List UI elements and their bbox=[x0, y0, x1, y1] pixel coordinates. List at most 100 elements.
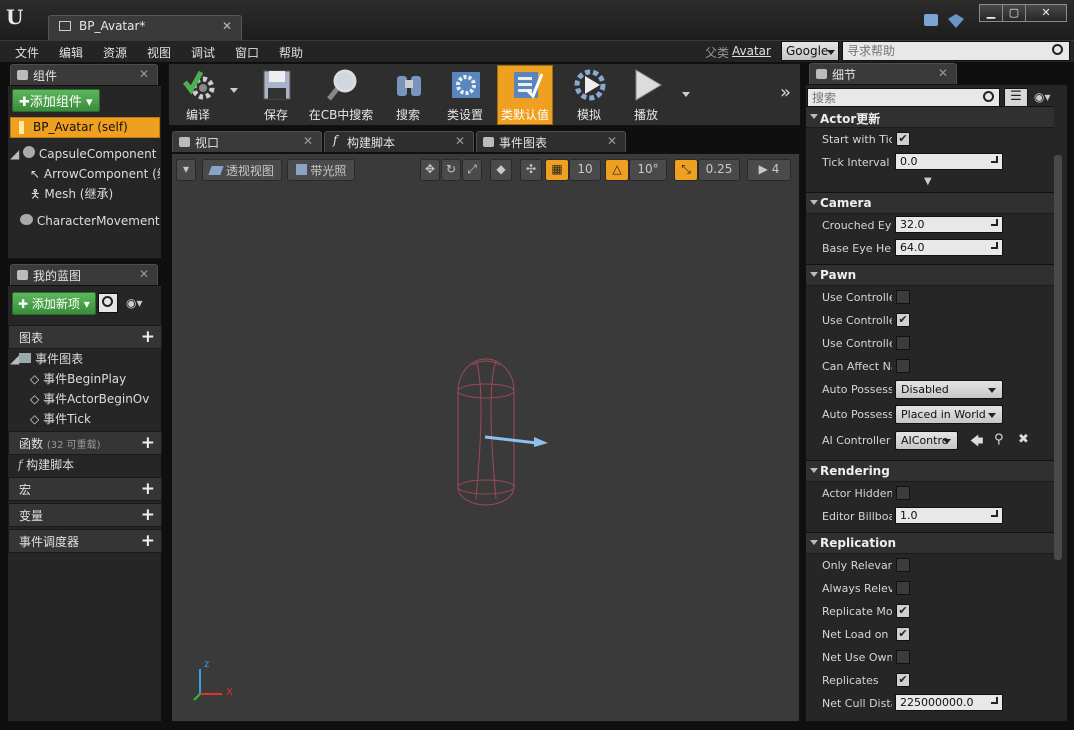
grid-snap-value[interactable]: 10 bbox=[569, 159, 601, 181]
net-use-owner-checkbox[interactable] bbox=[896, 650, 910, 664]
tree-item-construction-script[interactable]: ƒ 构建脚本 bbox=[18, 456, 158, 473]
menu-view[interactable]: 视图 bbox=[147, 44, 171, 61]
play-options-icon[interactable] bbox=[682, 92, 690, 97]
learn-icon[interactable] bbox=[948, 14, 964, 28]
search-icon[interactable] bbox=[983, 91, 994, 102]
menu-help[interactable]: 帮助 bbox=[279, 44, 303, 61]
details-scrollbar[interactable] bbox=[1054, 155, 1062, 560]
tick-interval-field[interactable]: 0.0 bbox=[895, 153, 1003, 170]
scale-tool-button[interactable]: ⤢ bbox=[462, 159, 482, 181]
details-search-field[interactable] bbox=[807, 88, 1000, 108]
menu-asset[interactable]: 资源 bbox=[103, 44, 127, 61]
macros-section[interactable]: 宏 + bbox=[8, 477, 162, 501]
translate-tool-button[interactable]: ✥ bbox=[420, 159, 440, 181]
net-load-checkbox[interactable]: ✔ bbox=[896, 627, 910, 641]
use-controller-pitch-checkbox[interactable] bbox=[896, 290, 910, 304]
class-settings-button[interactable]: 类设置 bbox=[437, 66, 493, 124]
rotate-tool-button[interactable]: ↻ bbox=[441, 159, 461, 181]
document-tab[interactable]: BP_Avatar* ✕ bbox=[48, 15, 242, 40]
tab-event-graph[interactable]: 事件图表 ✕ bbox=[476, 131, 626, 152]
property-matrix-button[interactable]: ☰ bbox=[1004, 88, 1028, 108]
visibility-eye-icon[interactable]: ◉▾ bbox=[1034, 90, 1051, 104]
rotation-snap-value[interactable]: 10° bbox=[629, 159, 667, 181]
close-icon[interactable]: ✕ bbox=[938, 66, 948, 80]
tab-viewport[interactable]: 视口 ✕ bbox=[172, 131, 322, 152]
class-defaults-button[interactable]: 类默认值 bbox=[497, 65, 553, 125]
clear-icon[interactable]: ✖ bbox=[1018, 432, 1029, 447]
menu-debug[interactable]: 调试 bbox=[191, 44, 215, 61]
tab-construction-script[interactable]: f 构建脚本 ✕ bbox=[324, 131, 474, 152]
ai-controller-class-select[interactable]: AIContro bbox=[895, 431, 958, 450]
minimize-button[interactable]: ▁ bbox=[979, 4, 1003, 22]
simulate-button[interactable]: 模拟 bbox=[561, 66, 617, 124]
add-graph-icon[interactable]: + bbox=[141, 327, 155, 347]
close-icon[interactable]: ✕ bbox=[303, 134, 313, 148]
menu-file[interactable]: 文件 bbox=[15, 44, 39, 61]
use-controller-roll-checkbox[interactable] bbox=[896, 336, 910, 350]
search-button[interactable] bbox=[98, 293, 118, 313]
self-component[interactable]: BP_Avatar (self) bbox=[10, 117, 160, 138]
tree-item-capsule[interactable]: ◢ CapsuleComponent (继 bbox=[10, 145, 160, 162]
viewport[interactable]: ▾ 透视视图 带光照 ✥ ↻ ⤢ ◆ ✣ ▦ 10 △ 10° ⤡ 0.25 ▶… bbox=[171, 153, 800, 722]
can-affect-nav-checkbox[interactable] bbox=[896, 359, 910, 373]
add-component-button[interactable]: ✚添加组件 ▾ bbox=[12, 89, 100, 112]
close-icon[interactable]: ✕ bbox=[607, 134, 617, 148]
net-cull-field[interactable]: 225000000.0 bbox=[895, 694, 1003, 711]
details-tab[interactable]: 细节 ✕ bbox=[809, 63, 957, 84]
grid-snap-toggle[interactable]: ▦ bbox=[545, 159, 569, 181]
browse-search-icon[interactable]: ⚲ bbox=[994, 432, 1004, 447]
compile-button[interactable]: 编译 bbox=[170, 66, 226, 124]
search-toolbar-button[interactable]: 搜索 bbox=[380, 66, 436, 124]
replicate-movement-checkbox[interactable]: ✔ bbox=[896, 604, 910, 618]
start-with-tick-checkbox[interactable]: ✔ bbox=[896, 132, 910, 146]
viewport-options-button[interactable]: ▾ bbox=[176, 159, 196, 181]
functions-section[interactable]: 函数 (32 可重载) + bbox=[8, 431, 162, 455]
compile-options-icon[interactable] bbox=[230, 88, 238, 93]
chat-icon[interactable] bbox=[924, 14, 938, 26]
auto-possess-player-select[interactable]: Disabled bbox=[895, 380, 1003, 399]
actor-hidden-checkbox[interactable] bbox=[896, 486, 910, 500]
surface-snap-button[interactable]: ✣ bbox=[520, 159, 542, 181]
my-blueprint-tab[interactable]: 我的蓝图 ✕ bbox=[10, 264, 158, 285]
replicates-checkbox[interactable]: ✔ bbox=[896, 673, 910, 687]
search-icon[interactable] bbox=[1052, 44, 1063, 55]
add-new-button[interactable]: ✚ 添加新项 ▾ bbox=[12, 292, 96, 315]
category-replication[interactable]: Replication bbox=[806, 532, 1054, 554]
lit-mode-button[interactable]: 带光照 bbox=[287, 159, 355, 181]
world-local-button[interactable]: ◆ bbox=[490, 159, 512, 181]
rotation-snap-toggle[interactable]: △ bbox=[605, 159, 629, 181]
tree-item-event[interactable]: ◇ 事件BeginPlay bbox=[30, 370, 160, 387]
details-search-input[interactable] bbox=[808, 89, 978, 107]
expand-advanced-icon[interactable]: ▼ bbox=[924, 176, 932, 187]
help-search-input[interactable] bbox=[843, 42, 1043, 60]
graphs-section[interactable]: 图表 + bbox=[8, 325, 162, 349]
always-relevant-checkbox[interactable] bbox=[896, 581, 910, 595]
find-in-cb-button[interactable]: 在CB中搜索 bbox=[306, 66, 376, 124]
dispatchers-section[interactable]: 事件调度器 + bbox=[8, 529, 162, 553]
variables-section[interactable]: 变量 + bbox=[8, 503, 162, 527]
menu-edit[interactable]: 编辑 bbox=[59, 44, 83, 61]
use-selected-arrow-icon[interactable]: 🡄 bbox=[970, 432, 983, 454]
close-icon[interactable]: ✕ bbox=[139, 267, 149, 281]
category-rendering[interactable]: Rendering bbox=[806, 460, 1054, 482]
tree-item-event[interactable]: ◇ 事件Tick bbox=[30, 410, 160, 427]
save-button[interactable]: 保存 bbox=[248, 66, 304, 124]
tree-item-event[interactable]: ◇ 事件ActorBeginOv bbox=[30, 390, 160, 407]
close-button[interactable]: ✕ bbox=[1025, 4, 1067, 22]
tree-item-mesh[interactable]: 🯅 Mesh (继承) bbox=[30, 185, 160, 206]
menu-window[interactable]: 窗口 bbox=[235, 44, 259, 61]
close-icon[interactable]: ✕ bbox=[139, 67, 149, 81]
add-dispatcher-icon[interactable]: + bbox=[141, 531, 155, 551]
scale-snap-toggle[interactable]: ⤡ bbox=[674, 159, 698, 181]
close-icon[interactable]: ✕ bbox=[455, 134, 465, 148]
only-relevant-checkbox[interactable] bbox=[896, 558, 910, 572]
category-pawn[interactable]: Pawn bbox=[806, 264, 1054, 286]
tree-item-movement[interactable]: CharacterMovement (继 bbox=[20, 212, 160, 229]
components-tab[interactable]: 组件 ✕ bbox=[10, 64, 158, 85]
maximize-button[interactable]: ▢ bbox=[1002, 4, 1026, 22]
category-camera[interactable]: Camera bbox=[806, 192, 1054, 214]
visibility-eye-icon[interactable]: ◉▾ bbox=[126, 296, 143, 310]
category-actor-tick[interactable]: Actor更新 bbox=[806, 106, 1054, 128]
tree-item-arrow[interactable]: ↖ ArrowComponent (继 bbox=[30, 165, 160, 182]
parent-class-link[interactable]: Avatar bbox=[732, 44, 771, 58]
